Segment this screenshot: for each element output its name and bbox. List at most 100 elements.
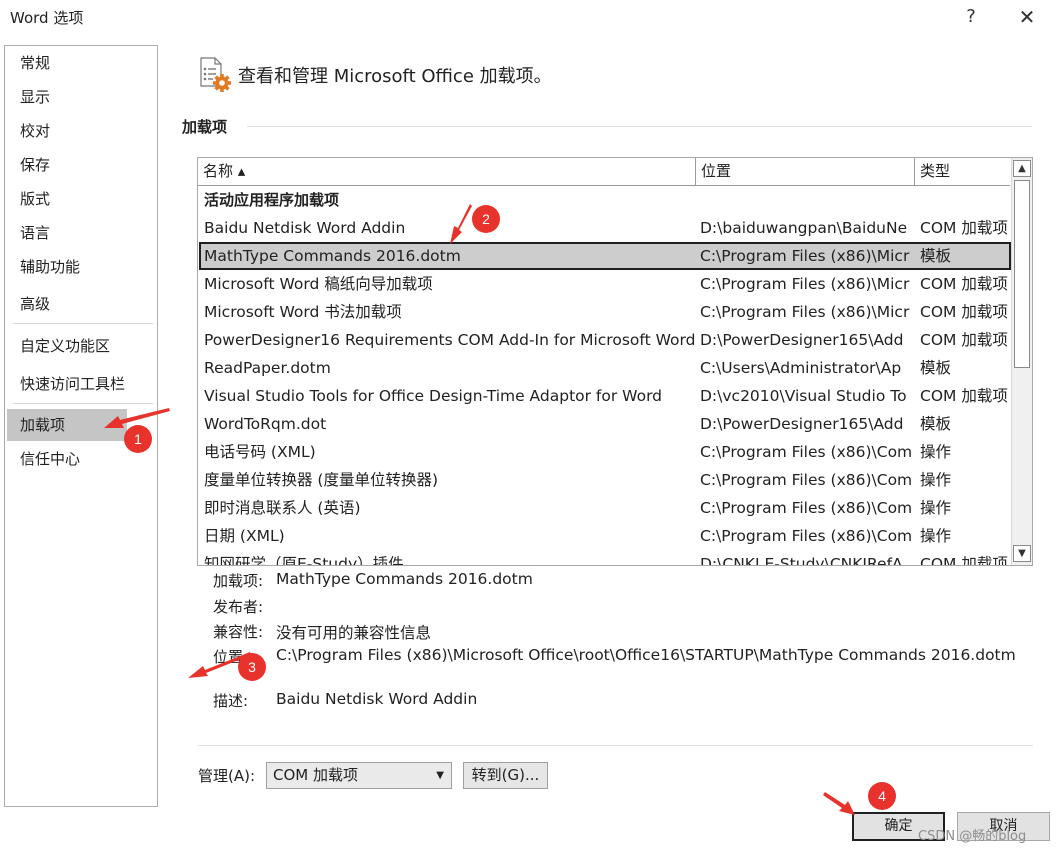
table-row[interactable]: Microsoft Word 稿纸向导加载项 C:\Program Files … [199,270,1011,298]
addin-name: Microsoft Word 稿纸向导加载项 [204,275,433,293]
addin-name: Visual Studio Tools for Office Design-Ti… [204,387,663,405]
addin-location: C:\Users\Administrator\Ap [700,359,902,377]
annotation-badge-4: 4 [868,782,896,810]
group-label: 活动应用程序加载项 [204,191,340,209]
detail-compat-label: 兼容性: [213,623,264,641]
addin-type: COM 加载项 [920,219,1008,237]
table-row[interactable]: 日期 (XML) C:\Program Files (x86)\Com 操作 [199,522,1011,550]
close-button[interactable]: ✕ [1013,4,1041,30]
scroll-down-icon[interactable]: ▼ [1013,545,1031,562]
addin-name: WordToRqm.dot [204,415,327,433]
addin-location: D:\baiduwangpan\BaiduNe [700,219,908,237]
detail-publisher-label: 发布者: [213,598,264,616]
page-title: 查看和管理 Microsoft Office 加载项。 [238,66,552,87]
addin-type: COM 加载项 [920,303,1008,321]
detail-location-value: C:\Program Files (x86)\Microsoft Office\… [276,646,1016,664]
sidebar-divider [13,323,153,324]
sidebar-item-addins[interactable]: 加载项 [7,409,127,441]
sidebar-divider [13,403,153,404]
addin-name: ReadPaper.dotm [204,359,331,377]
addin-location: D:\vc2010\Visual Studio To [700,387,907,405]
column-header-name[interactable]: 名称 ▴ [198,158,696,186]
addin-location: C:\Program Files (x86)\Micr [700,247,910,265]
table-row-selected[interactable]: MathType Commands 2016.dotm C:\Program F… [199,242,1011,270]
section-title: 加载项 [182,118,228,136]
sidebar-item-save[interactable]: 保存 [5,150,157,180]
annotation-badge-3: 3 [238,653,266,681]
addin-location: D:\PowerDesigner165\Add [700,415,904,433]
annotation-arrow-4 [823,792,855,815]
table-row[interactable]: 即时消息联系人 (英语) C:\Program Files (x86)\Com … [199,494,1011,522]
addin-type: 模板 [920,359,952,377]
addin-name: 即时消息联系人 (英语) [204,499,361,517]
addin-name: MathType Commands 2016.dotm [204,247,461,265]
addin-location: C:\Program Files (x86)\Com [700,471,913,489]
addin-type: COM 加载项 [920,555,1008,566]
addin-name: Baidu Netdisk Word Addin [204,219,406,237]
addins-gear-icon [198,56,232,92]
addin-type: 操作 [920,527,952,545]
addin-type: COM 加载项 [920,275,1008,293]
addin-type: 操作 [920,499,952,517]
sidebar-item-accessibility[interactable]: 辅助功能 [5,252,157,282]
scrollbar-thumb[interactable] [1014,180,1030,368]
addin-name: 电话号码 (XML) [204,443,316,461]
vertical-scrollbar[interactable]: ▲ ▼ [1011,158,1032,565]
table-row[interactable]: 知网研学（原E-Study）插件 D:\CNKI E-Study\CNKIRef… [199,550,1011,566]
addin-type: 操作 [920,443,952,461]
sidebar-item-quick-access-toolbar[interactable]: 快速访问工具栏 [5,369,157,399]
addin-name: 知网研学（原E-Study）插件 [204,555,404,566]
sidebar-item-advanced[interactable]: 高级 [5,289,157,319]
table-row[interactable]: Visual Studio Tools for Office Design-Ti… [199,382,1011,410]
addin-name: 日期 (XML) [204,527,285,545]
sidebar-item-proofing[interactable]: 校对 [5,116,157,146]
addin-type: COM 加载项 [920,331,1008,349]
manage-dropdown-value: COM 加载项 [273,766,358,784]
addin-location: D:\CNKI E-Study\CNKIRefA [700,555,903,566]
sidebar-item-customize-ribbon[interactable]: 自定义功能区 [5,331,157,361]
sidebar-item-general[interactable]: 常规 [5,48,157,78]
addin-name: Microsoft Word 书法加载项 [204,303,402,321]
addins-list[interactable]: 名称 ▴ 位置 类型 活动应用程序加载项 Baidu Netdisk Word … [197,157,1033,566]
addin-location: C:\Program Files (x86)\Com [700,527,913,545]
addin-name: 度量单位转换器 (度量单位转换器) [204,471,439,489]
addin-type: 操作 [920,471,952,489]
manage-dropdown[interactable]: COM 加载项 ▼ [266,762,452,789]
table-row[interactable]: Baidu Netdisk Word Addin D:\baiduwangpan… [199,214,1011,242]
goto-button[interactable]: 转到(G)... [463,762,548,789]
detail-desc-value: Baidu Netdisk Word Addin [276,690,478,708]
addin-name: PowerDesigner16 Requirements COM Add-In … [204,331,696,349]
table-row[interactable]: ReadPaper.dotm C:\Users\Administrator\Ap… [199,354,1011,382]
table-row[interactable]: 度量单位转换器 (度量单位转换器) C:\Program Files (x86)… [199,466,1011,494]
table-row[interactable]: WordToRqm.dot D:\PowerDesigner165\Add 模板 [199,410,1011,438]
sidebar-item-display[interactable]: 显示 [5,82,157,112]
sidebar-item-language[interactable]: 语言 [5,218,157,248]
table-row[interactable]: PowerDesigner16 Requirements COM Add-In … [199,326,1011,354]
detail-addin-value: MathType Commands 2016.dotm [276,570,533,588]
title-bar: Word 选项 ? ✕ [0,0,1058,36]
scroll-up-icon[interactable]: ▲ [1013,160,1031,177]
column-header-type[interactable]: 类型 [915,158,1010,186]
addin-type: 模板 [920,415,952,433]
detail-desc-label: 描述: [213,692,249,710]
addin-location: D:\PowerDesigner165\Add [700,331,904,349]
window-title: Word 选项 [10,9,84,27]
annotation-badge-1: 1 [124,425,152,453]
sidebar-item-layout[interactable]: 版式 [5,184,157,214]
table-row[interactable]: Microsoft Word 书法加载项 C:\Program Files (x… [199,298,1011,326]
addin-location: C:\Program Files (x86)\Micr [700,303,910,321]
addin-location: C:\Program Files (x86)\Com [700,443,913,461]
addin-location: C:\Program Files (x86)\Micr [700,275,910,293]
addin-location: C:\Program Files (x86)\Com [700,499,913,517]
group-header-active-addins: 活动应用程序加载项 [199,186,1011,214]
chevron-down-icon: ▼ [436,770,444,781]
detail-addin-label: 加载项: [213,572,264,590]
annotation-badge-2: 2 [472,205,500,233]
addin-type: COM 加载项 [920,387,1008,405]
divider [198,745,1033,746]
detail-compat-value: 没有可用的兼容性信息 [276,624,432,642]
column-header-location[interactable]: 位置 [696,158,915,186]
addin-type: 模板 [920,247,952,265]
help-button[interactable]: ? [958,4,984,30]
table-row[interactable]: 电话号码 (XML) C:\Program Files (x86)\Com 操作 [199,438,1011,466]
